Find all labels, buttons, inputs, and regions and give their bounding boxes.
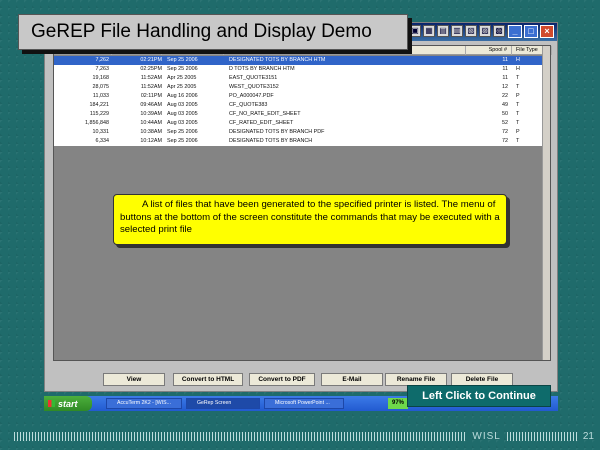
callout-text: A list of files that have been generated… bbox=[120, 199, 500, 235]
cell-date: Apr 25 2005 bbox=[167, 84, 197, 90]
cell-size: 28,075 bbox=[92, 84, 110, 90]
minimize-icon[interactable]: _ bbox=[508, 25, 522, 38]
file-row[interactable]: 10,331 10:38AM Sep 25 2006 DESIGNATED TOTS … bbox=[54, 128, 550, 137]
cell-time: 10:44AM bbox=[140, 120, 162, 126]
cell-name: WEST_QUOTE3152 bbox=[229, 84, 279, 90]
file-row[interactable]: 7,262 02:21PM Sep 25 2006 DESIGNATED TOTS B… bbox=[54, 56, 550, 65]
cell-name: DESIGNATED TOTS BY BRANCH bbox=[229, 138, 313, 144]
cell-date: Aug 03 2005 bbox=[167, 102, 198, 108]
cell-spool: 72 bbox=[502, 138, 508, 144]
cell-time: 09:46AM bbox=[140, 102, 162, 108]
explanation-callout: A list of files that have been generated… bbox=[113, 194, 507, 245]
file-row[interactable]: 11,033 02:11PM Aug 16 2006 PO_A000047.PDF 22… bbox=[54, 92, 550, 101]
view-button[interactable]: View bbox=[103, 373, 165, 386]
cell-date: Sep 25 2006 bbox=[167, 66, 198, 72]
cell-size: 184,221 bbox=[89, 102, 110, 108]
cell-time: 02:25PM bbox=[140, 66, 162, 72]
file-row[interactable]: 6,334 10:12AM Sep 25 2006 DESIGNATED TOTS B… bbox=[54, 137, 550, 146]
cell-name: CF_QUOTE383 bbox=[229, 102, 268, 108]
cell-date: Sep 25 2006 bbox=[167, 138, 198, 144]
taskbar-item-powerpoint[interactable]: Microsoft PowerPoint ... bbox=[264, 398, 344, 409]
cell-spool: 50 bbox=[502, 111, 508, 117]
cell-name: DESIGNATED TOTS BY BRANCH HTM bbox=[229, 57, 326, 63]
convert-html-button[interactable]: Convert to HTML bbox=[173, 373, 243, 386]
start-button[interactable]: start bbox=[44, 396, 92, 411]
cell-size: 7,262 bbox=[95, 57, 110, 63]
slide-title: GeREP File Handling and Display Demo bbox=[18, 14, 408, 50]
continue-button[interactable]: Left Click to Continue bbox=[407, 385, 551, 407]
progress-indicator: 97% bbox=[388, 398, 408, 409]
header-spool[interactable]: Spool # bbox=[468, 46, 512, 55]
footer-org-name: WISL bbox=[472, 430, 501, 442]
cell-size: 6,334 bbox=[95, 138, 110, 144]
file-list-rows: 7,262 02:21PM Sep 25 2006 DESIGNATED TOTS B… bbox=[54, 56, 550, 146]
cell-time: 11:52AM bbox=[140, 75, 162, 81]
cell-time: 02:11PM bbox=[140, 93, 162, 99]
cell-date: Apr 25 2005 bbox=[167, 75, 197, 81]
cell-size: 115,229 bbox=[89, 111, 109, 117]
cell-time: 10:38AM bbox=[140, 129, 162, 135]
cell-name: D TOTS BY BRANCH HTM bbox=[229, 66, 295, 72]
cell-date: Aug 16 2006 bbox=[167, 93, 198, 99]
cell-time: 10:12AM bbox=[140, 138, 162, 144]
cell-name: CF_NO_RATE_EDIT_SHEET bbox=[229, 111, 301, 117]
maximize-icon[interactable]: □ bbox=[524, 25, 538, 38]
toolbar-icon-2[interactable]: ▦ bbox=[423, 25, 435, 37]
window-controls: _ □ × bbox=[508, 25, 554, 38]
cell-spool: 72 bbox=[502, 129, 508, 135]
email-button[interactable]: E-Mail bbox=[321, 373, 383, 386]
footer-decorative-bars-short bbox=[506, 431, 577, 441]
list-scrollbar[interactable] bbox=[542, 46, 550, 360]
taskbar-item-accuterm[interactable]: AccuTerm 2K2 - [WIS... bbox=[106, 398, 182, 409]
toolbar-icons: ▣ ▦ ▤ ▥ ▧ ▨ ▩ □ bbox=[409, 25, 519, 37]
file-row[interactable]: 28,075 11:52AM Apr 25 2005 WEST_QUOTE3152 12… bbox=[54, 83, 550, 92]
toolbar-icon-4[interactable]: ▥ bbox=[451, 25, 463, 37]
cell-date: Aug 03 2005 bbox=[167, 111, 198, 117]
cell-spool: 12 bbox=[502, 84, 508, 90]
start-label: start bbox=[58, 398, 78, 409]
convert-pdf-button[interactable]: Convert to PDF bbox=[249, 373, 315, 386]
page-number: 21 bbox=[582, 430, 594, 442]
cell-date: Aug 03 2005 bbox=[167, 120, 198, 126]
cell-date: Sep 25 2006 bbox=[167, 57, 198, 63]
cell-spool: 49 bbox=[502, 102, 508, 108]
footer-decorative-bars bbox=[14, 431, 467, 441]
toolbar-icon-7[interactable]: ▩ bbox=[493, 25, 505, 37]
taskbar-item-gerep[interactable]: GeRep Screen bbox=[186, 398, 260, 409]
toolbar-icon-1[interactable]: ▣ bbox=[409, 25, 421, 37]
file-row[interactable]: 115,229 10:39AM Aug 03 2005 CF_NO_RATE_EDIT… bbox=[54, 110, 550, 119]
cell-size: 7,263 bbox=[95, 66, 110, 72]
cell-spool: 11 bbox=[502, 57, 508, 63]
file-row[interactable]: 184,221 09:46AM Aug 03 2005 CF_QUOTE383 49 T bbox=[54, 101, 550, 110]
cell-spool: 11 bbox=[502, 75, 508, 81]
cell-time: 02:21PM bbox=[140, 57, 162, 63]
cell-size: 19,168 bbox=[92, 75, 110, 81]
cell-time: 10:39AM bbox=[140, 111, 162, 117]
cell-date: Sep 25 2006 bbox=[167, 129, 198, 135]
cell-spool: 22 bbox=[502, 93, 508, 99]
cell-name: DESIGNATED TOTS BY BRANCH PDF bbox=[229, 129, 325, 135]
slide-footer: WISL 21 bbox=[14, 428, 594, 444]
cell-size: 11,033 bbox=[92, 93, 109, 99]
cell-size: 1,856,848 bbox=[85, 120, 109, 126]
file-row[interactable]: 7,263 02:25PM Sep 25 2006 D TOTS BY BRANCH … bbox=[54, 65, 550, 74]
cell-name: PO_A000047.PDF bbox=[229, 93, 274, 99]
cell-name: EAST_QUOTE3151 bbox=[229, 75, 278, 81]
toolbar-icon-5[interactable]: ▧ bbox=[465, 25, 477, 37]
toolbar-icon-6[interactable]: ▨ bbox=[479, 25, 491, 37]
cell-size: 10,331 bbox=[92, 129, 110, 135]
cell-time: 11:52AM bbox=[140, 84, 162, 90]
close-icon[interactable]: × bbox=[540, 25, 554, 38]
cell-spool: 52 bbox=[502, 120, 508, 126]
cell-spool: 11 bbox=[502, 66, 508, 72]
cell-name: CF_RATED_EDIT_SHEET bbox=[229, 120, 294, 126]
windows-flag-icon bbox=[48, 400, 55, 407]
file-row[interactable]: 1,856,848 10:44AM Aug 03 2005 CF_RATED_EDIT… bbox=[54, 119, 550, 128]
file-row[interactable]: 19,168 11:52AM Apr 25 2005 EAST_QUOTE3151 11… bbox=[54, 74, 550, 83]
toolbar-icon-3[interactable]: ▤ bbox=[437, 25, 449, 37]
